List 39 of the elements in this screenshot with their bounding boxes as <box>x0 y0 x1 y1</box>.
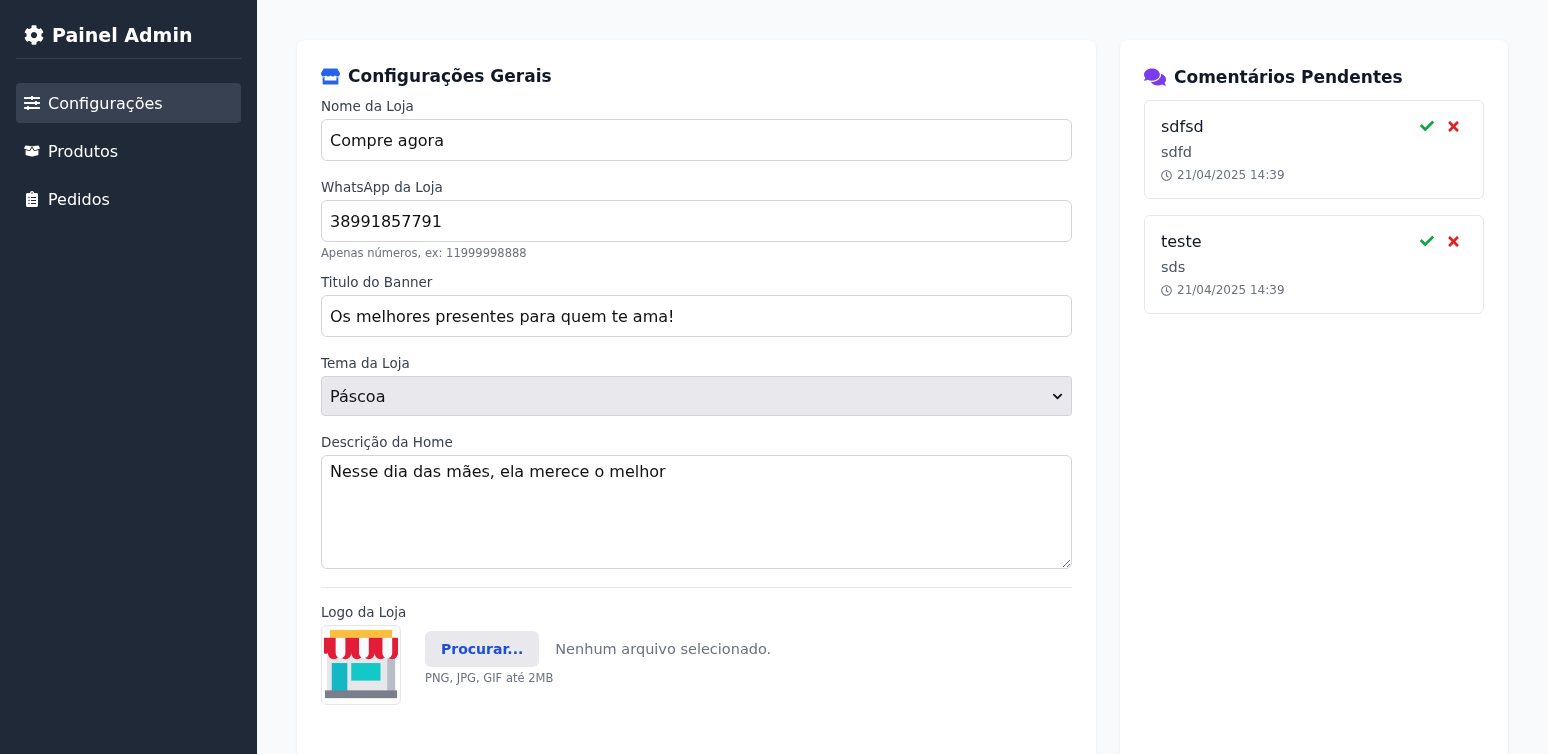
text-input[interactable]: Os melhores presentes para quem te ama! <box>321 295 1072 337</box>
sidebar-item[interactable]: Produtos <box>16 131 241 171</box>
chat-icon <box>1144 66 1166 88</box>
comment-text: sds <box>1161 259 1187 275</box>
clock-icon <box>1161 169 1172 181</box>
file-hint: PNG, JPG, GIF até 2MB <box>425 671 555 685</box>
comment-date: 21/04/2025 14:39 <box>1177 283 1285 297</box>
comment-date: 21/04/2025 14:39 <box>1177 168 1285 182</box>
store-icon <box>321 66 340 86</box>
field-label: WhatsApp da Loja <box>321 179 444 195</box>
card-title: Comentários Pendentes <box>1174 67 1403 87</box>
check-icon <box>1420 234 1434 248</box>
file-status: Nenhum arquivo selecionado. <box>555 641 772 657</box>
comment-author: teste <box>1161 232 1203 251</box>
close-icon <box>1446 234 1461 249</box>
field-label: Descrição da Home <box>321 434 454 450</box>
comment-author: sdfsd <box>1161 117 1205 136</box>
text-input[interactable]: 38991857791 <box>321 200 1072 242</box>
field-label: Tema da Loja <box>321 355 411 371</box>
field-label: Titulo do Banner <box>321 274 434 290</box>
sliders-icon <box>24 95 40 111</box>
field-label: Logo da Loja <box>321 604 408 620</box>
card-title: Configurações Gerais <box>348 66 552 86</box>
close-icon <box>1446 119 1461 134</box>
check-icon <box>1420 119 1434 133</box>
clipboard-icon <box>24 191 40 207</box>
theme-select[interactable]: Páscoa <box>321 376 1072 416</box>
settings-icon <box>24 25 44 45</box>
sidebar-item[interactable]: Pedidos <box>16 179 241 219</box>
sidebar-item[interactable]: Configurações <box>16 83 241 123</box>
box-icon <box>24 143 40 159</box>
description-textarea[interactable]: Nesse dia das mães, ela merece o melhor <box>321 455 1072 569</box>
comment-text: sdfd <box>1161 144 1194 160</box>
field-label: Nome da Loja <box>321 98 415 114</box>
text-input[interactable]: Compre agora <box>321 119 1072 161</box>
field-hint: Apenas números, ex: 11999998888 <box>321 246 528 260</box>
sidebar-title: Painel Admin <box>52 24 193 46</box>
clock-icon <box>1161 284 1172 296</box>
browse-button[interactable]: Procurar... <box>425 631 540 667</box>
